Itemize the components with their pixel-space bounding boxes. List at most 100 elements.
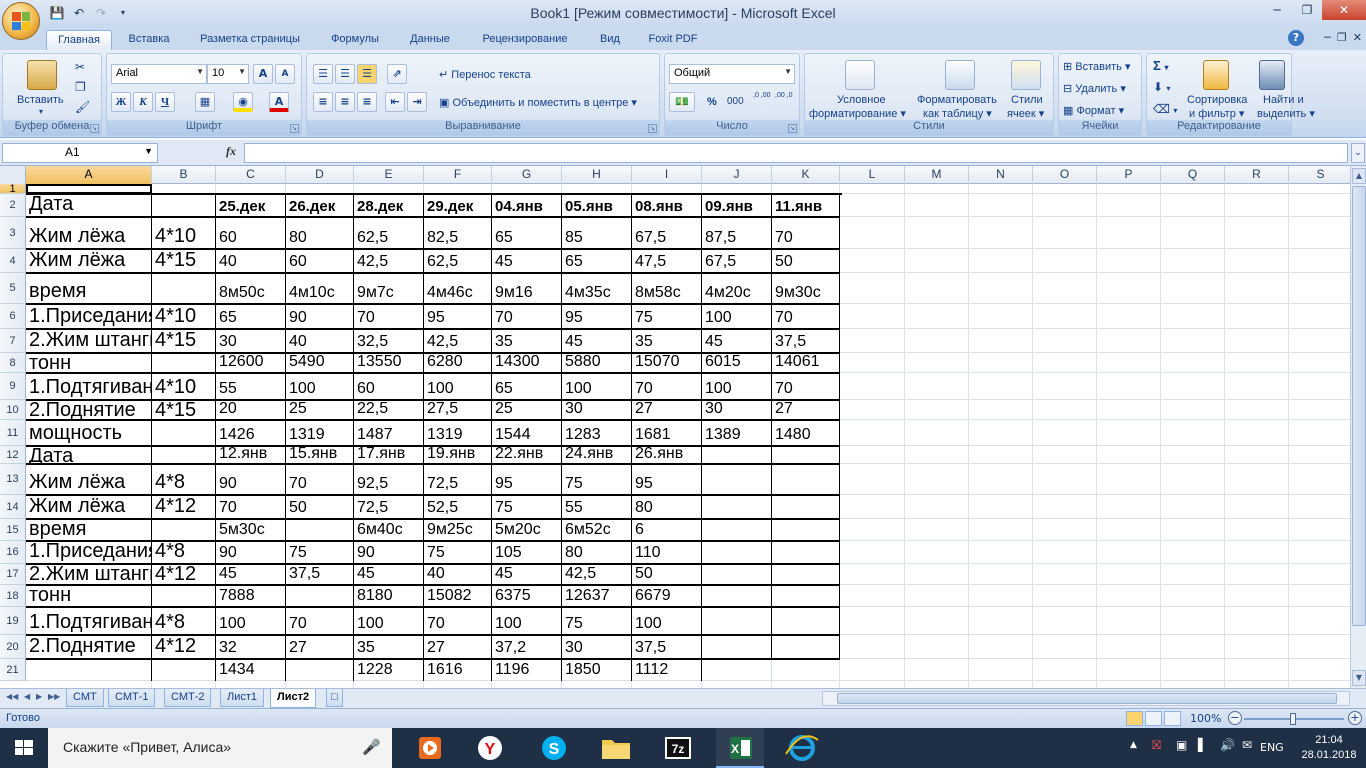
- signal-icon[interactable]: ▌: [1198, 738, 1207, 752]
- cell-d8[interactable]: 5490: [286, 353, 354, 373]
- cell-a19[interactable]: 1.Подтягивания: [26, 607, 152, 635]
- cell-d11[interactable]: 1319: [286, 420, 354, 446]
- cell-a17[interactable]: 2.Жим штанги: [26, 564, 152, 585]
- cell-c10[interactable]: 20: [216, 400, 286, 420]
- cell-f6[interactable]: 95: [424, 304, 492, 329]
- cell-b3[interactable]: 4*10: [152, 217, 216, 249]
- format-as-table-label[interactable]: Форматировать: [917, 94, 997, 106]
- fill-icon[interactable]: ⬇ ▾: [1153, 80, 1170, 94]
- cell-d5[interactable]: 4м10с: [286, 273, 354, 304]
- tab-foxit-pdf[interactable]: Foxit PDF: [642, 30, 704, 50]
- cell-c2[interactable]: 25.дек: [216, 194, 286, 217]
- restore-button[interactable]: ❐: [1292, 0, 1322, 20]
- column-header-g[interactable]: G: [492, 166, 562, 184]
- font-color-icon[interactable]: A: [269, 92, 289, 112]
- cell-i18[interactable]: 6679: [632, 585, 702, 607]
- cell-g9[interactable]: 65: [492, 373, 562, 400]
- row-header-13[interactable]: 13: [0, 464, 26, 495]
- column-header-b[interactable]: B: [152, 166, 216, 184]
- cell-h15[interactable]: 6м52с: [562, 519, 632, 541]
- sheet-tab-list2[interactable]: Лист2: [270, 689, 317, 708]
- close-button[interactable]: ✕: [1322, 0, 1366, 20]
- row-header-18[interactable]: 18: [0, 585, 26, 607]
- cell-i8[interactable]: 15070: [632, 353, 702, 373]
- cell-c12[interactable]: 12.янв: [216, 446, 286, 464]
- cell-g13[interactable]: 95: [492, 464, 562, 495]
- file-explorer-app[interactable]: [592, 728, 640, 768]
- horizontal-scrollbar[interactable]: [822, 691, 1350, 706]
- paste-icon[interactable]: [27, 60, 57, 90]
- column-header-n[interactable]: N: [969, 166, 1033, 184]
- decrease-decimal-button[interactable]: ,00 ,0: [775, 92, 797, 100]
- increase-indent-icon[interactable]: ⇥: [407, 92, 427, 112]
- merge-center-button[interactable]: ▣ Объединить и поместить в центре ▾: [439, 96, 637, 109]
- cell-f12[interactable]: 19.янв: [424, 446, 492, 464]
- cell-g8[interactable]: 14300: [492, 353, 562, 373]
- cell-c16[interactable]: 90: [216, 541, 286, 564]
- cell-h21[interactable]: 1850: [562, 659, 632, 681]
- cell-e3[interactable]: 62,5: [354, 217, 424, 249]
- cell-d16[interactable]: 75: [286, 541, 354, 564]
- conditional-format-label[interactable]: Условное: [837, 94, 886, 106]
- font-name-combo[interactable]: Arial ▼: [111, 64, 207, 84]
- clock[interactable]: 21:04 28.01.2018: [1296, 733, 1362, 763]
- cell-g16[interactable]: 105: [492, 541, 562, 564]
- cell-f15[interactable]: 9м25с: [424, 519, 492, 541]
- cell-b9[interactable]: 4*10: [152, 373, 216, 400]
- cell-a14[interactable]: Жим лёжа: [26, 495, 152, 519]
- cell-j2[interactable]: 09.янв: [702, 194, 772, 217]
- cell-h4[interactable]: 65: [562, 249, 632, 273]
- cell-f4[interactable]: 62,5: [424, 249, 492, 273]
- cell-b17[interactable]: 4*12: [152, 564, 216, 585]
- cell-e7[interactable]: 32,5: [354, 329, 424, 353]
- next-sheet-icon[interactable]: ▶: [36, 692, 42, 701]
- cell-styles-button[interactable]: ячеек ▾: [1007, 107, 1044, 120]
- alignment-launcher-icon[interactable]: ↘: [648, 124, 657, 133]
- clear-icon[interactable]: ⌫ ▾: [1153, 102, 1177, 116]
- find-select-button[interactable]: выделить ▾: [1257, 107, 1315, 120]
- cell-a4[interactable]: Жим лёжа: [26, 249, 152, 273]
- align-center-icon[interactable]: ≡: [335, 92, 355, 112]
- decrease-font-icon[interactable]: A: [275, 64, 295, 84]
- cell-e8[interactable]: 13550: [354, 353, 424, 373]
- cell-h13[interactable]: 75: [562, 464, 632, 495]
- cell-b20[interactable]: 4*12: [152, 635, 216, 659]
- doc-minimize-icon[interactable]: ─: [1324, 31, 1331, 44]
- paste-dropdown-icon[interactable]: ▾: [39, 107, 43, 116]
- column-header-o[interactable]: O: [1033, 166, 1097, 184]
- cell-k3[interactable]: 70: [772, 217, 840, 249]
- cell-e11[interactable]: 1487: [354, 420, 424, 446]
- cell-h11[interactable]: 1283: [562, 420, 632, 446]
- page-layout-view-icon[interactable]: [1145, 711, 1162, 726]
- insert-sheet-icon[interactable]: □: [326, 689, 343, 707]
- cell-g17[interactable]: 45: [492, 564, 562, 585]
- cell-f11[interactable]: 1319: [424, 420, 492, 446]
- cell-d3[interactable]: 80: [286, 217, 354, 249]
- cell-g7[interactable]: 35: [492, 329, 562, 353]
- row-header-14[interactable]: 14: [0, 495, 26, 519]
- chevron-down-icon[interactable]: ▼: [144, 146, 153, 156]
- format-cells-button[interactable]: ▦ Формат ▾: [1063, 104, 1124, 117]
- align-middle-icon[interactable]: ☰: [335, 64, 355, 84]
- increase-decimal-button[interactable]: ,0 ,00: [753, 92, 773, 100]
- tab-view[interactable]: Вид: [590, 30, 630, 50]
- cell-c17[interactable]: 45: [216, 564, 286, 585]
- notification-icon[interactable]: ✉: [1242, 738, 1252, 752]
- expand-formula-bar-icon[interactable]: ⌄: [1351, 143, 1365, 163]
- cell-h19[interactable]: 75: [562, 607, 632, 635]
- cell-e18[interactable]: 8180: [354, 585, 424, 607]
- cell-e21[interactable]: 1228: [354, 659, 424, 681]
- cell-b16[interactable]: 4*8: [152, 541, 216, 564]
- skype-app[interactable]: S: [530, 728, 578, 768]
- cell-g20[interactable]: 37,2: [492, 635, 562, 659]
- cell-j8[interactable]: 6015: [702, 353, 772, 373]
- tab-home[interactable]: Главная: [46, 30, 112, 50]
- column-header-l[interactable]: L: [840, 166, 905, 184]
- cell-h12[interactable]: 24.янв: [562, 446, 632, 464]
- cell-k10[interactable]: 27: [772, 400, 840, 420]
- cell-f14[interactable]: 52,5: [424, 495, 492, 519]
- cell-b6[interactable]: 4*10: [152, 304, 216, 329]
- cell-b19[interactable]: 4*8: [152, 607, 216, 635]
- cell-g4[interactable]: 45: [492, 249, 562, 273]
- cell-e19[interactable]: 100: [354, 607, 424, 635]
